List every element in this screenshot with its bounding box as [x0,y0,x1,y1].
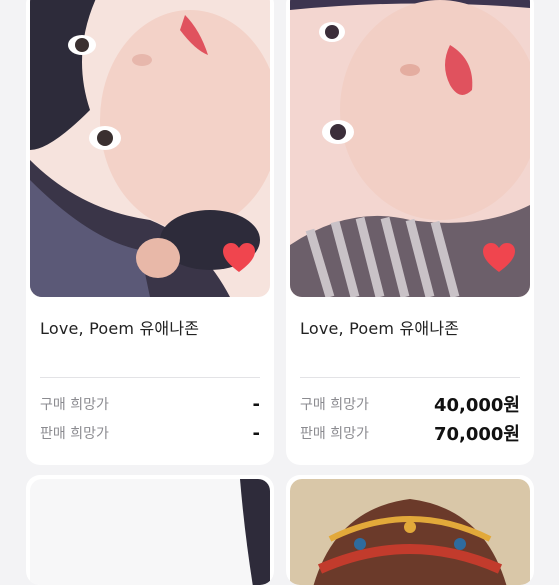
sell-price-label: 판매 희망가 [300,426,369,442]
product-title[interactable]: Love, Poem 유애나존 [40,315,199,339]
sell-price-value: 70,000원 [433,424,520,445]
sell-price-value: - [252,422,260,444]
sell-price-row: 판매 희망가 70,000원 [300,421,520,445]
buy-price-row: 구매 희망가 40,000원 [300,392,520,416]
heart-icon[interactable] [482,242,516,274]
product-photo[interactable] [30,479,270,585]
product-title[interactable]: Love, Poem 유애나존 [300,315,459,339]
product-card[interactable] [26,475,274,585]
sell-price-row: 판매 희망가 - [40,421,260,445]
product-photo[interactable] [290,479,530,585]
product-card[interactable]: Love, Poem 유애나존 구매 희망가 40,000원 판매 희망가 70… [286,0,534,465]
heart-icon[interactable] [222,242,256,274]
divider [40,377,260,378]
product-card[interactable] [286,475,534,585]
buy-price-label: 구매 희망가 [40,397,109,413]
divider [300,377,520,378]
buy-price-label: 구매 희망가 [300,397,369,413]
buy-price-value: - [252,393,260,415]
buy-price-row: 구매 희망가 - [40,392,260,416]
sell-price-label: 판매 희망가 [40,426,109,442]
product-card[interactable]: Love, Poem 유애나존 구매 희망가 - 판매 희망가 - [26,0,274,465]
buy-price-value: 40,000원 [433,395,520,416]
